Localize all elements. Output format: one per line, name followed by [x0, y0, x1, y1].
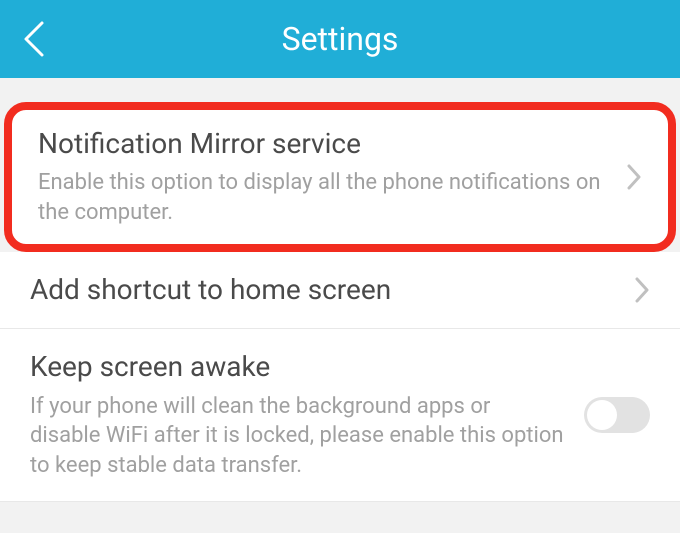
item-title: Notification Mirror service [38, 126, 606, 162]
back-icon [20, 19, 46, 59]
item-title: Keep screen awake [30, 349, 564, 385]
list-item-body: Notification Mirror service Enable this … [38, 126, 626, 228]
settings-list: Notification Mirror service Enable this … [0, 78, 680, 502]
chevron-right-icon [634, 276, 650, 304]
notification-mirror-item[interactable]: Notification Mirror service Enable this … [8, 106, 672, 248]
header: Settings [0, 0, 680, 78]
toggle-knob [587, 400, 617, 430]
chevron-right-icon [626, 163, 642, 191]
item-desc: Enable this option to display all the ph… [38, 168, 606, 227]
list-item-body: Add shortcut to home screen [30, 272, 634, 308]
list-item-body: Keep screen awake If your phone will cle… [30, 349, 584, 480]
page-title: Settings [0, 20, 680, 58]
keep-screen-awake-toggle[interactable] [584, 397, 650, 433]
back-button[interactable] [20, 19, 46, 59]
keep-screen-awake-item[interactable]: Keep screen awake If your phone will cle… [0, 329, 680, 501]
add-shortcut-item[interactable]: Add shortcut to home screen [0, 252, 680, 329]
item-title: Add shortcut to home screen [30, 272, 614, 308]
item-desc: If your phone will clean the background … [30, 392, 564, 481]
